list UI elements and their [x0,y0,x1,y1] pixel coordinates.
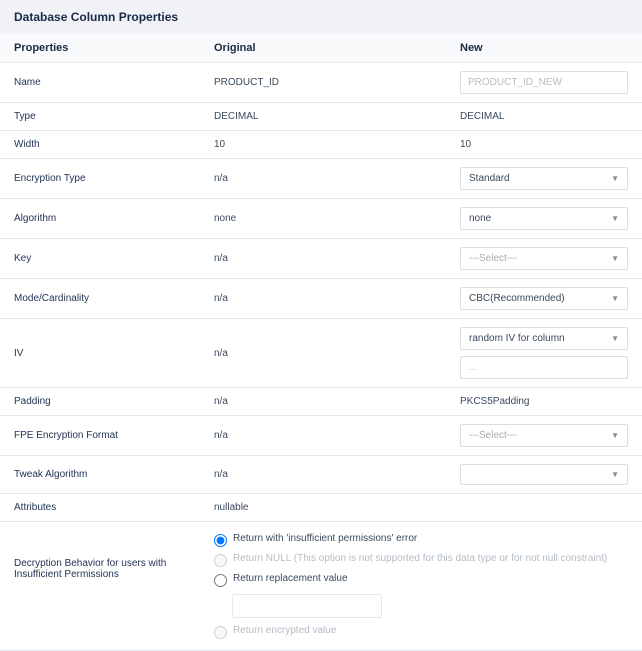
label-enc: Encryption Type [14,173,214,184]
label-mode: Mode/Cardinality [14,293,214,304]
decrypt-option-encrypted: Return encrypted value [214,622,628,642]
row-algorithm: Algorithm none none▼ [0,199,642,239]
decrypt-option-error[interactable]: Return with 'insufficient permissions' e… [214,530,628,550]
col-header-properties: Properties [14,42,214,54]
row-type: Type DECIMAL DECIMAL [0,103,642,131]
orig-algo: none [214,213,460,224]
label-padding: Padding [14,396,214,407]
radio-null [214,554,227,567]
row-mode: Mode/Cardinality n/a CBC(Recommended)▼ [0,279,642,319]
chevron-down-icon: ▼ [611,174,619,183]
key-select[interactable]: ---Select---▼ [460,247,628,270]
new-width: 10 [460,139,628,150]
row-decryption-behavior: Decryption Behavior for users with Insuf… [0,522,642,651]
label-name: Name [14,77,214,88]
label-fpe: FPE Encryption Format [14,430,214,441]
new-name-input[interactable] [460,71,628,94]
iv-input[interactable] [460,356,628,379]
label-algo: Algorithm [14,213,214,224]
decrypt-option-replacement[interactable]: Return replacement value [214,570,628,590]
fpe-select[interactable]: ---Select---▼ [460,424,628,447]
chevron-down-icon: ▼ [611,214,619,223]
new-type: DECIMAL [460,111,628,122]
orig-width: 10 [214,139,460,150]
orig-tweak: n/a [214,469,460,480]
orig-name: PRODUCT_ID [214,77,460,88]
label-key: Key [14,253,214,264]
chevron-down-icon: ▼ [611,334,619,343]
replacement-value-input[interactable] [232,594,382,618]
new-padding: PKCS5Padding [460,396,628,407]
iv-select[interactable]: random IV for column▼ [460,327,628,350]
label-tweak: Tweak Algorithm [14,469,214,480]
row-encryption-type: Encryption Type n/a Standard▼ [0,159,642,199]
row-key: Key n/a ---Select---▼ [0,239,642,279]
radio-error[interactable] [214,534,227,547]
orig-enc: n/a [214,173,460,184]
decrypt-option-null: Return NULL (This option is not supporte… [214,550,628,570]
radio-encrypted [214,626,227,639]
page-header: Database Column Properties [0,0,642,34]
label-type[interactable]: Type [14,111,214,122]
table-header-row: Properties Original New [0,34,642,63]
row-name: Name PRODUCT_ID [0,63,642,103]
orig-fpe: n/a [214,430,460,441]
col-header-original: Original [214,42,460,54]
encryption-type-select[interactable]: Standard▼ [460,167,628,190]
chevron-down-icon: ▼ [611,470,619,479]
orig-iv: n/a [214,348,460,359]
row-attributes: Attributes nullable [0,494,642,522]
row-padding: Padding n/a PKCS5Padding [0,388,642,416]
orig-padding: n/a [214,396,460,407]
mode-select[interactable]: CBC(Recommended)▼ [460,287,628,310]
label-width: Width [14,139,214,150]
orig-mode: n/a [214,293,460,304]
chevron-down-icon: ▼ [611,294,619,303]
orig-type: DECIMAL [214,111,460,122]
col-header-new: New [460,42,628,54]
row-fpe: FPE Encryption Format n/a ---Select---▼ [0,416,642,456]
chevron-down-icon: ▼ [611,254,619,263]
label-decrypt: Decryption Behavior for users with Insuf… [14,530,214,580]
chevron-down-icon: ▼ [611,431,619,440]
row-tweak: Tweak Algorithm n/a ▼ [0,456,642,494]
algorithm-select[interactable]: none▼ [460,207,628,230]
page-title: Database Column Properties [14,10,628,24]
tweak-select[interactable]: ▼ [460,464,628,485]
radio-replacement[interactable] [214,574,227,587]
row-width: Width 10 10 [0,131,642,159]
row-iv: IV n/a random IV for column▼ [0,319,642,388]
orig-key: n/a [214,253,460,264]
label-iv: IV [14,348,214,359]
